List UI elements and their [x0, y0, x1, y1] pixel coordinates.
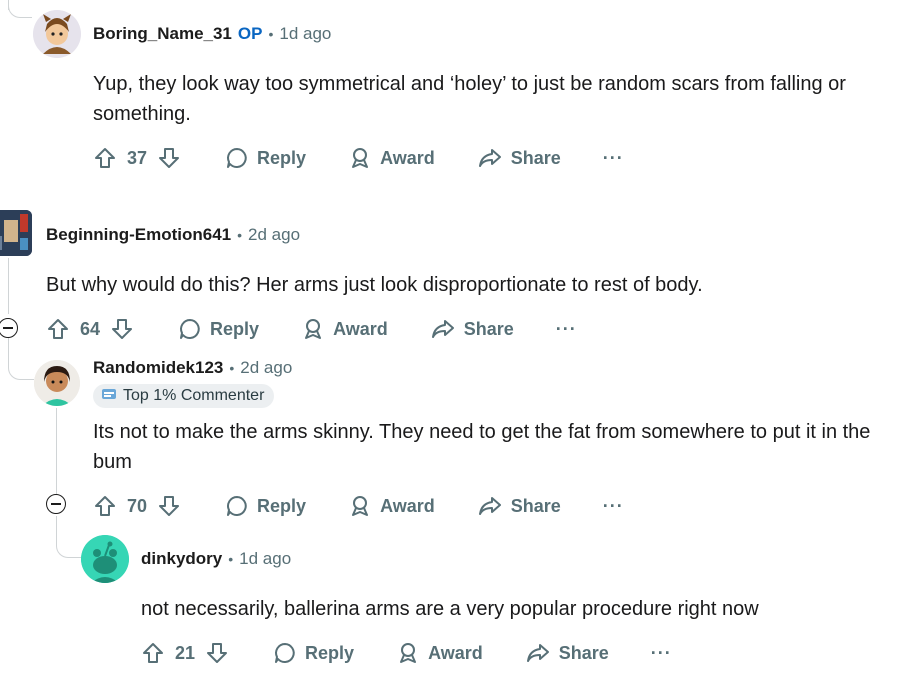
reply-icon [178, 317, 202, 341]
reply-button[interactable]: Reply [225, 494, 306, 518]
avatar[interactable] [33, 10, 81, 58]
vote-count: 37 [127, 147, 148, 168]
downvote-icon[interactable] [157, 494, 181, 518]
meta-separator: • [268, 26, 274, 42]
op-badge: OP [237, 24, 263, 43]
reply-label: Reply [305, 642, 355, 663]
comment-actions: 64 Reply Award Share ··· [46, 311, 577, 347]
reply-button[interactable]: Reply [225, 146, 306, 170]
meta-separator: • [229, 360, 235, 376]
reply-label: Reply [257, 147, 307, 168]
comment-actions: 37 Reply Award Share ··· [93, 140, 624, 176]
avatar[interactable] [0, 210, 32, 256]
award-icon [348, 494, 372, 518]
reply-label: Reply [257, 495, 307, 516]
comment-time[interactable]: 1d ago [239, 549, 291, 569]
vote-count: 21 [175, 642, 196, 663]
more-options-button[interactable]: ··· [556, 319, 577, 340]
comment-author[interactable]: Boring_Name_31 [93, 24, 232, 44]
share-icon [477, 146, 503, 170]
thread-elbow [8, 336, 34, 380]
meta-separator: • [228, 551, 234, 567]
comment-author[interactable]: Beginning-Emotion641 [46, 225, 231, 245]
flair-label: Top 1% Commenter [123, 387, 265, 404]
comment-time[interactable]: 2d ago [240, 358, 292, 378]
thread-elbow [8, 0, 32, 18]
award-label: Award [380, 495, 435, 516]
collapse-thread-button[interactable] [0, 318, 18, 338]
more-options-button[interactable]: ··· [603, 148, 624, 169]
reply-button[interactable]: Reply [178, 317, 259, 341]
reply-icon [273, 641, 297, 665]
vote-count: 64 [80, 318, 101, 339]
comment-body: Its not to make the arms skinny. They ne… [93, 421, 871, 473]
upvote-icon[interactable] [141, 641, 165, 665]
award-button[interactable]: Award [396, 641, 483, 665]
vote-count: 70 [127, 495, 148, 516]
downvote-icon[interactable] [205, 641, 229, 665]
award-label: Award [428, 642, 483, 663]
commenter-badge-icon [101, 387, 117, 406]
award-icon [301, 317, 325, 341]
user-flair: Top 1% Commenter [93, 384, 275, 408]
reply-icon [225, 494, 249, 518]
comment-body: Yup, they look way too symmetrical and ‘… [93, 73, 846, 125]
comment-author[interactable]: Randomidek123 [93, 358, 223, 378]
thread-elbow [56, 516, 82, 558]
comment-actions: 21 Reply Award Share ··· [141, 635, 672, 671]
comment-body: not necessarily, ballerina arms are a ve… [141, 598, 759, 620]
reply-label: Reply [210, 318, 260, 339]
upvote-icon[interactable] [93, 146, 117, 170]
award-icon [348, 146, 372, 170]
comment-author[interactable]: dinkydory [141, 549, 222, 569]
share-label: Share [510, 147, 561, 168]
award-button[interactable]: Award [301, 317, 388, 341]
award-icon [396, 641, 420, 665]
award-label: Award [333, 318, 388, 339]
comment-actions: 70 Reply Award Share ··· [93, 488, 624, 524]
reply-button[interactable]: Reply [273, 641, 354, 665]
award-button[interactable]: Award [348, 146, 435, 170]
share-icon [430, 317, 456, 341]
share-button[interactable]: Share [477, 146, 561, 170]
share-label: Share [558, 642, 609, 663]
share-button[interactable]: Share [525, 641, 609, 665]
share-icon [525, 641, 551, 665]
downvote-icon[interactable] [110, 317, 134, 341]
avatar[interactable] [81, 535, 129, 583]
share-icon [477, 494, 503, 518]
comment-time[interactable]: 2d ago [248, 225, 300, 245]
share-label: Share [463, 318, 514, 339]
share-button[interactable]: Share [430, 317, 514, 341]
avatar[interactable] [34, 360, 80, 406]
comment-body: But why would do this? Her arms just loo… [46, 274, 703, 296]
upvote-icon[interactable] [46, 317, 70, 341]
reply-icon [225, 146, 249, 170]
comment-time[interactable]: 1d ago [279, 24, 331, 44]
downvote-icon[interactable] [157, 146, 181, 170]
collapse-thread-button[interactable] [46, 494, 66, 514]
more-options-button[interactable]: ··· [603, 496, 624, 517]
more-options-button[interactable]: ··· [651, 643, 672, 664]
share-label: Share [510, 495, 561, 516]
share-button[interactable]: Share [477, 494, 561, 518]
thread-line [56, 408, 57, 494]
meta-separator: • [237, 227, 243, 243]
upvote-icon[interactable] [93, 494, 117, 518]
award-label: Award [380, 147, 435, 168]
award-button[interactable]: Award [348, 494, 435, 518]
thread-line [8, 258, 9, 314]
